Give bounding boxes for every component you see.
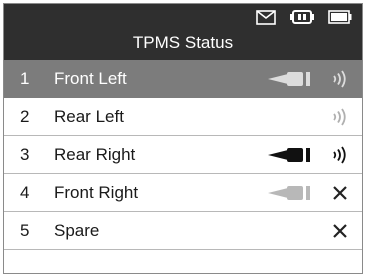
sensor-row[interactable]: 2 Rear Left (4, 98, 362, 136)
sensor-index: 2 (20, 106, 30, 126)
signal-icon (318, 145, 362, 164)
sensor-position-label: Spare (54, 220, 100, 240)
cross-icon (318, 185, 362, 201)
cross-icon (318, 223, 362, 239)
battery-connector-icon (290, 9, 314, 25)
sensor-index: 1 (20, 68, 30, 88)
sensor-index: 4 (20, 182, 30, 202)
sensor-index: 3 (20, 144, 30, 164)
sensor-row[interactable]: 5 Spare (4, 212, 362, 250)
tpms-status-screen: TPMS Status 1 Front Left 2 Rear Left 3 Rear R… (3, 3, 363, 274)
sensor-valve-icon (260, 185, 318, 201)
mail-icon (256, 9, 276, 25)
sensor-row[interactable]: 1 Front Left (4, 60, 362, 98)
sensor-row[interactable]: 3 Rear Right (4, 136, 362, 174)
battery-icon (328, 10, 352, 24)
sensor-list: 1 Front Left 2 Rear Left 3 Rear Right 4 Front R… (4, 60, 362, 250)
sensor-position-label: Front Left (54, 68, 127, 88)
signal-icon (318, 69, 362, 88)
sensor-position-label: Front Right (54, 182, 139, 202)
sensor-position-label: Rear Left (54, 106, 124, 126)
sensor-valve-icon (260, 147, 318, 163)
page-title: TPMS Status (132, 33, 234, 52)
header-bar: TPMS Status (4, 4, 362, 60)
sensor-index: 5 (20, 220, 30, 240)
signal-icon (318, 107, 362, 126)
status-icons (256, 9, 352, 25)
sensor-row[interactable]: 4 Front Right (4, 174, 362, 212)
sensor-position-label: Rear Right (54, 144, 136, 164)
sensor-valve-icon (260, 71, 318, 87)
